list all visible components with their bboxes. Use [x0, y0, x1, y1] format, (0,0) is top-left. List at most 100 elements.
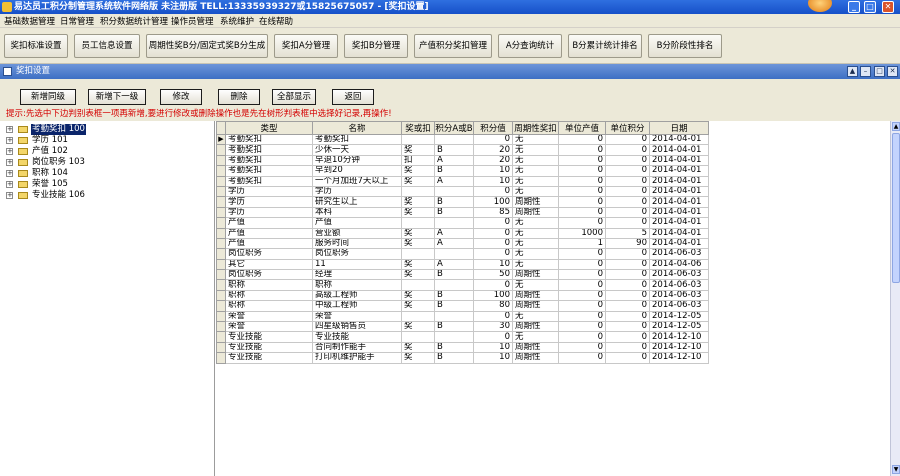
header-score-value[interactable]: 积分值: [473, 121, 513, 135]
table-cell[interactable]: 2014-06-03: [649, 300, 709, 312]
table-cell[interactable]: [434, 279, 474, 291]
table-cell[interactable]: 学历: [312, 185, 402, 198]
row-indicator[interactable]: [216, 289, 226, 302]
expand-icon[interactable]: +: [6, 192, 13, 199]
table-cell[interactable]: [434, 133, 474, 146]
table-cell[interactable]: 产值: [225, 217, 313, 229]
table-cell[interactable]: [434, 310, 474, 323]
table-row[interactable]: 学历 研究生以上奖 B 100 周期性 0 0 2014-04-01: [216, 196, 709, 208]
table-cell[interactable]: [401, 185, 435, 198]
table-cell[interactable]: 0: [605, 165, 650, 177]
table-cell[interactable]: 0: [473, 217, 513, 229]
table-row[interactable]: 考勤奖扣 一个月加班7天以上奖 A 10 无 0 0 2014-04-01: [216, 175, 709, 187]
table-cell[interactable]: 打印机维护能手: [312, 352, 402, 364]
table-cell[interactable]: 无: [512, 237, 559, 250]
table-cell[interactable]: 20: [473, 144, 513, 156]
table-cell[interactable]: [434, 217, 474, 229]
table-cell[interactable]: 合同制作能手: [312, 341, 402, 354]
close-icon[interactable]: ✕: [882, 1, 894, 13]
table-cell[interactable]: 2014-04-01: [649, 165, 709, 177]
table-cell[interactable]: 奖: [401, 144, 435, 156]
table-cell[interactable]: 经理: [312, 269, 402, 281]
table-cell[interactable]: 0: [605, 269, 650, 281]
table-cell[interactable]: 无: [512, 217, 559, 229]
row-indicator[interactable]: [216, 144, 226, 156]
table-row[interactable]: 岗位职务 经理奖 B 50 周期性 0 0 2014-06-03: [216, 269, 709, 281]
table-cell[interactable]: 0: [605, 144, 650, 156]
row-indicator[interactable]: [216, 310, 226, 323]
table-cell[interactable]: 0: [473, 185, 513, 198]
table-cell[interactable]: 专业技能: [225, 352, 313, 364]
table-row[interactable]: 产值 营业额奖 A 0 无 1000 5 2014-04-01: [216, 227, 709, 239]
row-indicator[interactable]: [216, 154, 226, 167]
table-cell[interactable]: 无: [512, 154, 559, 167]
table-cell[interactable]: 学历: [225, 196, 313, 208]
table-cell[interactable]: 0: [605, 321, 650, 333]
row-indicator[interactable]: [216, 258, 226, 271]
header-name[interactable]: 名称: [312, 121, 402, 135]
table-cell[interactable]: 10: [473, 352, 513, 364]
show-all-button[interactable]: 全部显示: [272, 89, 316, 105]
scroll-down-icon[interactable]: ▼: [892, 465, 900, 474]
table-cell[interactable]: B: [434, 289, 474, 302]
table-cell[interactable]: 无: [512, 175, 559, 187]
expand-icon[interactable]: +: [6, 170, 13, 177]
table-cell[interactable]: 考勤奖扣: [225, 175, 313, 187]
row-indicator[interactable]: [216, 341, 226, 354]
row-indicator[interactable]: [216, 175, 226, 187]
table-cell[interactable]: 无: [512, 279, 559, 291]
table-cell[interactable]: 产值: [225, 237, 313, 250]
menu-stats[interactable]: 积分数据统计管理: [100, 15, 168, 27]
table-row[interactable]: 产值 产值 0 无 0 0 2014-04-01: [216, 217, 709, 229]
table-row[interactable]: 学历 学历 0 无 0 0 2014-04-01: [216, 185, 709, 198]
table-cell[interactable]: 0: [558, 321, 606, 333]
table-cell[interactable]: 2014-04-01: [649, 196, 709, 208]
table-cell[interactable]: B: [434, 341, 474, 354]
expand-icon[interactable]: +: [6, 148, 13, 155]
table-cell[interactable]: 少休一天: [312, 144, 402, 156]
table-row[interactable]: 专业技能 专业技能 0 无 0 0 2014-12-10: [216, 331, 709, 343]
table-cell[interactable]: 0: [558, 185, 606, 198]
table-cell[interactable]: 0: [605, 352, 650, 364]
table-cell[interactable]: 0: [605, 289, 650, 302]
table-cell[interactable]: A: [434, 154, 474, 167]
header-periodic[interactable]: 周期性奖扣: [512, 121, 559, 135]
table-cell[interactable]: 2014-04-01: [649, 227, 709, 239]
table-row[interactable]: 专业技能 合同制作能手奖 B 10 周期性 0 0 2014-12-10: [216, 341, 709, 354]
table-cell[interactable]: 奖: [401, 269, 435, 281]
table-cell[interactable]: 10: [473, 165, 513, 177]
table-cell[interactable]: 无: [512, 185, 559, 198]
table-cell[interactable]: 奖: [401, 165, 435, 177]
table-cell[interactable]: 产值: [225, 227, 313, 239]
row-indicator[interactable]: [216, 237, 226, 250]
table-cell[interactable]: 奖: [401, 321, 435, 333]
table-cell[interactable]: 营业额: [312, 227, 402, 239]
expand-icon[interactable]: +: [6, 159, 13, 166]
table-cell[interactable]: 早到20: [312, 165, 402, 177]
table-cell[interactable]: 90: [605, 237, 650, 250]
sub-close-icon[interactable]: ✕: [887, 66, 898, 77]
table-cell[interactable]: 0: [473, 279, 513, 291]
table-cell[interactable]: 2014-12-10: [649, 352, 709, 364]
table-cell[interactable]: 0: [473, 331, 513, 343]
table-cell[interactable]: 0: [558, 165, 606, 177]
toolbar-output-score-button[interactable]: 产值积分奖扣管理: [414, 34, 492, 58]
table-cell[interactable]: 早退10分钟: [312, 154, 402, 167]
table-cell[interactable]: 85: [473, 206, 513, 219]
table-cell[interactable]: B: [434, 165, 474, 177]
sub-restore-icon[interactable]: –: [860, 66, 871, 77]
table-cell[interactable]: 奖: [401, 300, 435, 312]
menu-system[interactable]: 系统维护: [220, 15, 254, 27]
table-cell[interactable]: 0: [558, 310, 606, 323]
table-row[interactable]: 岗位职务 岗位职务 0 无 0 0 2014-06-03: [216, 248, 709, 260]
table-cell[interactable]: 考勤奖扣: [225, 154, 313, 167]
table-cell[interactable]: 30: [473, 321, 513, 333]
menu-help[interactable]: 在线帮助: [259, 15, 293, 27]
row-indicator[interactable]: [216, 352, 226, 364]
table-cell[interactable]: 0: [473, 310, 513, 323]
header-reward-deduct[interactable]: 奖或扣: [401, 121, 435, 135]
table-cell[interactable]: 0: [605, 341, 650, 354]
header-unit-score[interactable]: 单位积分: [605, 121, 650, 135]
row-indicator[interactable]: [216, 300, 226, 312]
table-cell[interactable]: 岗位职务: [312, 248, 402, 260]
